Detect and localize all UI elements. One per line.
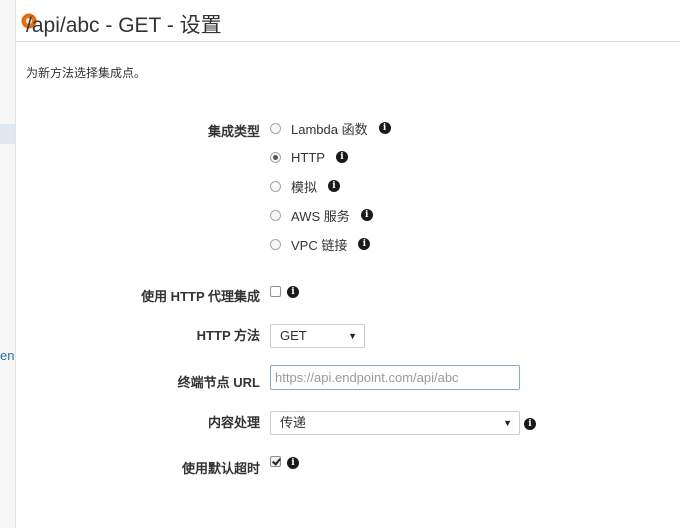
radio-option-vpc-link[interactable]: VPC 链接 i [270,234,371,254]
http-method-label: HTTP 方法 [196,328,260,343]
http-method-select[interactable]: GET ▼ [270,324,365,348]
info-icon[interactable]: i [360,209,373,221]
radio-label[interactable]: VPC 链接 [291,235,347,254]
info-icon[interactable]: i [524,418,536,430]
content-handling-value: 传递 [280,415,307,430]
content-handling-label: 内容处理 [207,415,260,430]
chevron-down-icon: ▼ [503,418,512,428]
radio-button-selected[interactable] [270,151,281,163]
sidebar-selected-item[interactable] [0,124,15,144]
radio-button[interactable] [270,180,281,192]
radio-label[interactable]: 模拟 [291,177,317,196]
endpoint-url-label: 终端节点 URL [177,375,260,390]
info-icon[interactable]: i [287,286,299,298]
info-icon[interactable]: i [328,180,341,192]
radio-option-http[interactable]: HTTP i [270,147,348,167]
radio-option-aws-service[interactable]: AWS 服务 i [270,205,373,225]
info-icon[interactable]: i [358,238,371,250]
radio-button[interactable] [270,122,281,134]
default-timeout-checkbox[interactable] [270,456,281,467]
http-method-value: GET [280,328,307,343]
radio-button[interactable] [270,209,281,221]
chevron-down-icon: ▼ [348,331,357,341]
content-handling-select[interactable]: 传递 ▼ [270,411,520,435]
radio-option-mock[interactable]: 模拟 i [270,176,341,196]
radio-label[interactable]: Lambda 函数 [291,119,368,138]
sidebar-item-label[interactable]: en [0,348,15,363]
info-icon[interactable]: i [335,151,348,163]
radio-label[interactable]: AWS 服务 [291,206,350,225]
default-timeout-label: 使用默认超时 [181,461,260,476]
radio-button[interactable] [270,238,281,250]
left-sidebar: en [0,0,16,528]
radio-option-lambda[interactable]: Lambda 函数 i [270,118,391,138]
radio-label[interactable]: HTTP [291,150,325,165]
use-proxy-label: 使用 HTTP 代理集成 [141,289,260,304]
endpoint-url-input[interactable] [270,365,520,390]
intro-text: 为新方法选择集成点。 [26,66,147,80]
page-title: /api/abc - GET - 设置 [26,14,222,37]
info-icon[interactable]: i [287,457,299,469]
integration-type-label: 集成类型 [207,124,260,139]
use-proxy-checkbox[interactable] [270,286,281,297]
info-icon[interactable]: i [378,122,391,134]
